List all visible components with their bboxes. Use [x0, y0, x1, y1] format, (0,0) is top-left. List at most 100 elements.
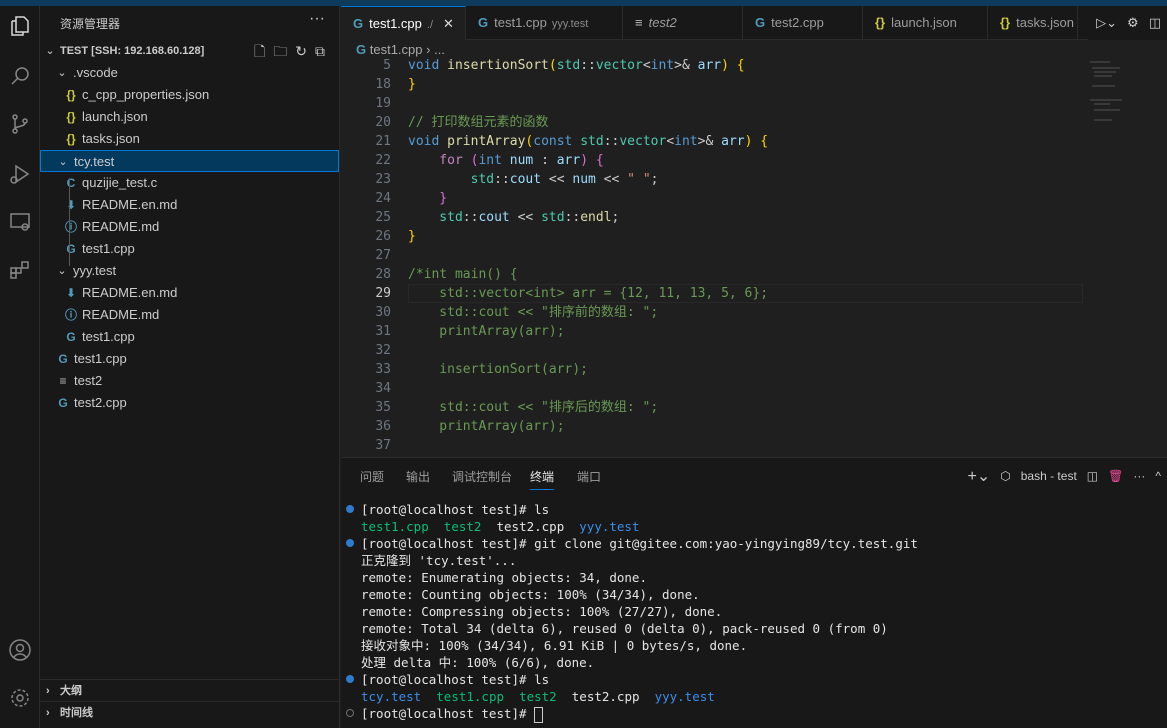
terminal-text: test1.cpp [436, 689, 505, 704]
command-decoration-icon[interactable] [346, 709, 354, 717]
tree-item[interactable]: ⓘ README.md [40, 304, 339, 326]
tree-item[interactable]: {} tasks.json [40, 128, 339, 150]
line-number: 20 [375, 115, 391, 130]
file-label: quzijie_test.c [82, 175, 158, 190]
code-line: std::cout << "排序前的数组: "; [408, 303, 658, 322]
close-icon[interactable]: ✕ [443, 16, 454, 31]
minimap[interactable] [1090, 60, 1130, 140]
workspace-header[interactable]: ⌄ TEST [SSH: 192.168.60.128] 🗋 🗀 ↻ ⧉ [40, 40, 339, 62]
more-icon[interactable]: ··· [1133, 469, 1145, 483]
tab-launch-json[interactable]: {} launch.json [863, 6, 988, 40]
command-decoration-icon[interactable] [346, 539, 354, 547]
tab-description: yyy.test [551, 18, 589, 30]
terminal-text: 处理 delta 中: 100% (6/6), done. [361, 655, 595, 670]
outline-section[interactable]: › 大纲 [40, 679, 339, 701]
tree-item[interactable]: Gtest2.cpp [40, 392, 339, 414]
line-number: 36 [375, 419, 391, 434]
refresh-icon[interactable]: ↻ [295, 40, 307, 62]
panel-tab[interactable]: 调试控制台 [452, 468, 512, 490]
tab-test1-cpp[interactable]: Gtest1.cpp ./ ✕ [341, 6, 466, 40]
gear-icon[interactable]: ⚙ [1127, 15, 1139, 31]
terminal-text: 接收对象中: 100% (34/34), 6.91 KiB | 0 bytes/… [361, 638, 748, 653]
tab-tasks-json[interactable]: {} tasks.json [988, 6, 1078, 40]
code-line: } [408, 227, 416, 246]
run-icon[interactable]: ▷⌄ [1096, 15, 1117, 31]
collapse-all-icon[interactable]: ⧉ [315, 40, 325, 62]
folder-label: .vscode [73, 65, 118, 80]
code-token: ) { [580, 153, 604, 168]
tree-item[interactable]: Gtest1.cpp [40, 348, 339, 370]
code-token: :: [580, 58, 596, 73]
tree-item[interactable]: Gtest1.cpp [40, 326, 339, 348]
extensions-icon[interactable] [4, 254, 36, 286]
tree-item[interactable]: ⌄ yyy.test [40, 260, 339, 282]
code-line: std::cout << "排序后的数组: "; [408, 398, 658, 417]
file-label: test1.cpp [82, 241, 135, 256]
line-number: 34 [375, 381, 391, 396]
split-terminal-icon[interactable]: ◫ [1087, 469, 1098, 483]
file-label: test2.cpp [74, 395, 127, 410]
code-token: } [408, 191, 448, 206]
info-file-icon: ⓘ [64, 220, 77, 234]
run-debug-icon[interactable] [4, 158, 36, 190]
tree-item[interactable]: ⬇ README.en.md [40, 194, 339, 216]
tree-item[interactable]: {} launch.json [40, 106, 339, 128]
explorer-icon[interactable] [4, 10, 36, 42]
code-token: >& [697, 134, 722, 149]
code-token: arr [697, 58, 722, 73]
tree-item[interactable]: ≡ test2 [40, 370, 339, 392]
new-folder-icon[interactable]: 🗀 [273, 40, 287, 62]
explorer-sidebar: 资源管理器 ··· ⌄ TEST [SSH: 192.168.60.128] 🗋… [40, 6, 340, 728]
tree-item[interactable]: Cquzijie_test.c [40, 172, 339, 194]
terminal-text: tcy.test [361, 689, 422, 704]
new-terminal-icon[interactable]: +⌄ [968, 466, 991, 486]
tab-label: test1.cpp [494, 15, 547, 30]
remote-explorer-icon[interactable] [4, 206, 36, 238]
panel-tab[interactable]: 终端 [530, 468, 555, 490]
code-line: for (int num : arr) { [408, 151, 604, 170]
tab-label: test2.cpp [771, 15, 824, 30]
tree-item[interactable]: ⌄ .vscode [40, 62, 339, 84]
new-file-icon[interactable]: 🗋 [254, 40, 265, 62]
tab-test1-cpp[interactable]: Gtest1.cpp yyy.test [466, 6, 623, 40]
more-actions-button[interactable]: ··· [309, 10, 325, 28]
breadcrumb-file[interactable]: test1.cpp [370, 42, 423, 57]
terminal-name[interactable]: bash - test [1021, 469, 1077, 483]
timeline-label: 时间线 [60, 707, 93, 719]
code-token: // 打印数组元素的函数 [408, 115, 549, 130]
split-editor-icon[interactable]: ◫ [1149, 15, 1161, 31]
timeline-section[interactable]: › 时间线 [40, 701, 339, 723]
tree-item[interactable]: {} c_cpp_properties.json [40, 84, 339, 106]
account-icon[interactable] [4, 634, 36, 666]
tree-item[interactable]: ⬇ README.en.md [40, 282, 339, 304]
terminal-text: remote: Total 34 (delta 6), reused 0 (de… [361, 621, 888, 636]
terminal-text: [root@localhost test]# ls [361, 672, 550, 687]
tab-test2-cpp[interactable]: Gtest2.cpp [743, 6, 863, 40]
terminal-line: test1.cpp test2 test2.cpp yyy.test [361, 518, 640, 535]
settings-gear-icon[interactable] [4, 682, 36, 714]
panel-tab[interactable]: 输出 [406, 468, 430, 490]
chevron-down-icon: ⌄ [45, 45, 55, 57]
tree-item[interactable]: ⓘ README.md [40, 216, 339, 238]
maximize-panel-icon[interactable]: ^ [1155, 469, 1161, 483]
file-label: README.en.md [82, 197, 178, 212]
search-icon[interactable] [4, 60, 36, 92]
breadcrumb-symbols[interactable]: ... [434, 42, 445, 57]
trash-icon[interactable]: 🗑 [1108, 469, 1123, 483]
code-token: :: [462, 210, 479, 225]
source-control-icon[interactable] [4, 108, 36, 140]
code-editor[interactable]: 5 void insertionSort(std::vector<int>& ar… [341, 56, 1167, 456]
command-decoration-icon[interactable] [346, 505, 354, 513]
tree-item[interactable]: Gtest1.cpp [40, 238, 339, 260]
line-number: 31 [375, 324, 391, 339]
terminal-line: [root@localhost test]# ls [361, 671, 549, 688]
terminal-text: test2.cpp [481, 519, 580, 534]
tree-item[interactable]: ⌄ tcy.test [40, 150, 339, 172]
terminal-text: remote: Compressing objects: 100% (27/27… [361, 604, 723, 619]
line-number: 29 [375, 286, 391, 301]
panel-tab[interactable]: 问题 [360, 468, 384, 490]
command-decoration-icon[interactable] [346, 675, 354, 683]
panel-tab[interactable]: 端口 [577, 468, 601, 490]
line-number: 18 [375, 77, 391, 92]
tab-test2[interactable]: ≡ test2 [623, 6, 743, 40]
